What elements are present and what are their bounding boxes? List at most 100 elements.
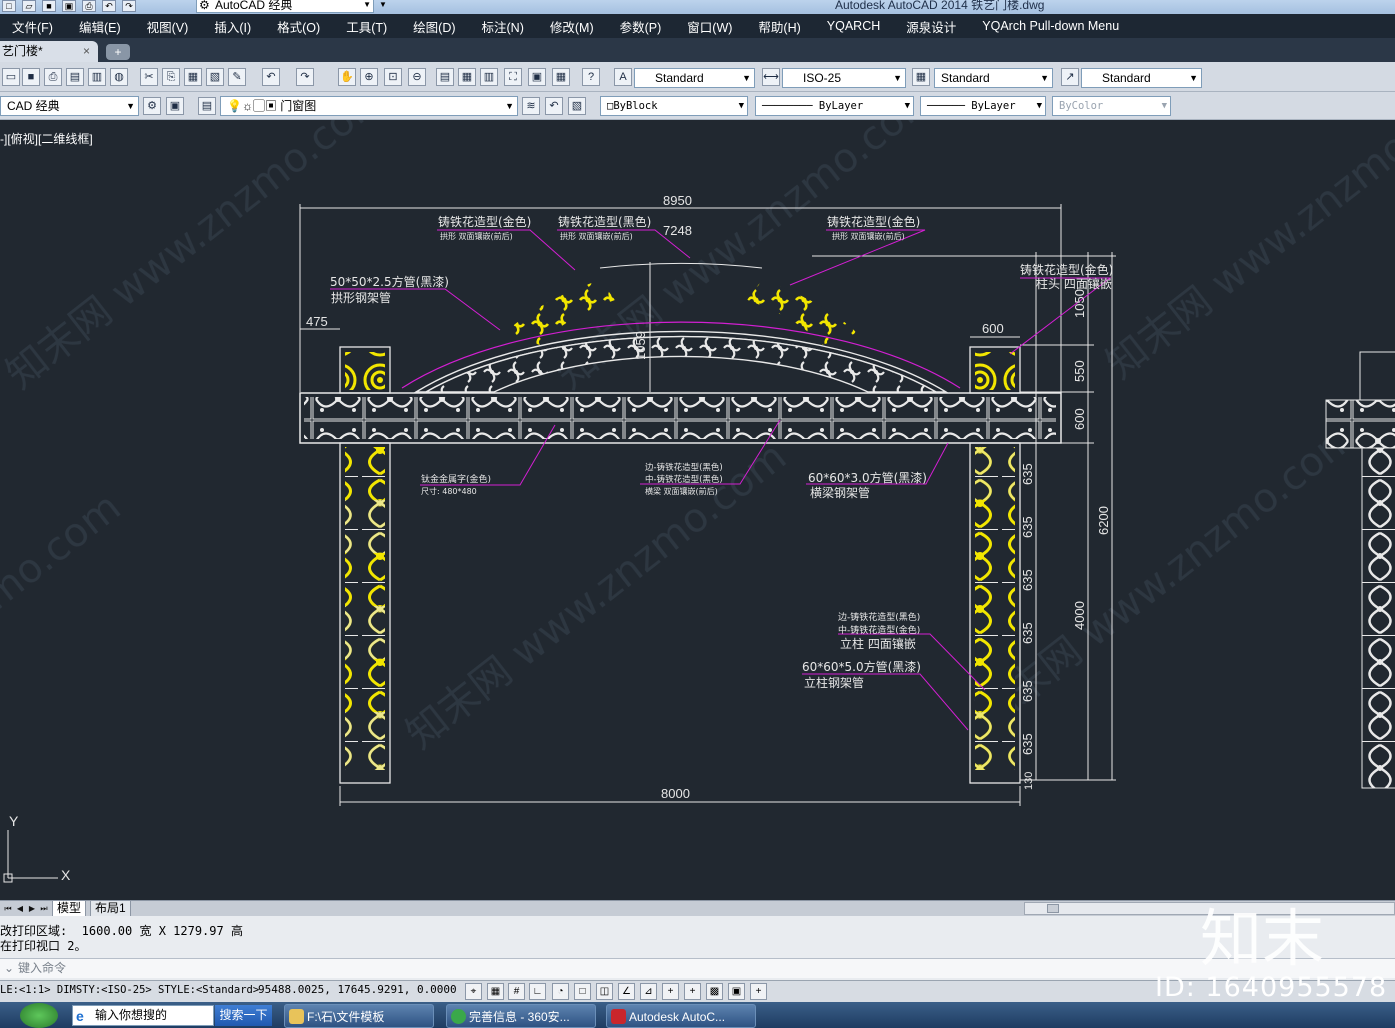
otrack-icon[interactable]: ∠ [618,983,635,1000]
saveas-icon[interactable]: ▣ [62,0,76,12]
workspace-settings-icon[interactable]: ▣ [166,97,184,115]
dim-style-select[interactable]: ISO-25 ▼ [782,68,906,88]
dim-style-icon[interactable]: ⟷ [762,68,780,86]
dyn-icon[interactable]: + [662,983,679,1000]
pan-icon[interactable]: ✋ [338,68,356,86]
menu-item-4[interactable]: 格式(O) [277,17,320,36]
menu-item-13[interactable]: 源泉设计 [906,17,956,36]
menu-item-6[interactable]: 绘图(D) [413,17,455,36]
table-style-select[interactable]: Standard ▼ [934,68,1053,88]
undo-icon[interactable]: ↶ [262,68,280,86]
menu-item-10[interactable]: 窗口(W) [687,17,732,36]
new-tab-button[interactable]: + [106,44,130,60]
lwt-icon[interactable]: + [684,983,701,1000]
cut-icon[interactable]: ✂ [140,68,158,86]
layer-properties-icon[interactable]: ▤ [198,97,216,115]
layer-previous-icon[interactable]: ↶ [545,97,563,115]
save-icon[interactable]: ■ [42,0,56,12]
transparency-icon[interactable]: ▩ [706,983,723,1000]
infer-icon[interactable]: ⌖ [465,983,482,1000]
osnap-icon[interactable]: □ [574,983,591,1000]
zoom-window-icon[interactable]: ⊡ [384,68,402,86]
copy-icon[interactable]: ⎘ [162,68,180,86]
last-tab-icon[interactable]: ⏭ [38,902,50,915]
menu-item-7[interactable]: 标注(N) [482,17,524,36]
menu-item-3[interactable]: 插入(I) [214,17,251,36]
grid-icon[interactable]: # [508,983,525,1000]
open-icon[interactable]: ▱ [22,0,36,12]
design-center-icon[interactable]: ▦ [458,68,476,86]
polar-icon[interactable]: ◔ [552,983,569,1000]
close-icon[interactable]: × [83,41,90,62]
menu-item-11[interactable]: 帮助(H) [758,17,800,36]
layer-select[interactable]: 💡☼▢▣ 门窗图 ▼ [220,96,518,116]
undo-icon[interactable]: ↶ [102,0,116,12]
menu-item-12[interactable]: YQARCH [827,19,880,33]
ortho-icon[interactable]: ∟ [529,983,546,1000]
start-button[interactable] [20,1003,58,1028]
properties-icon[interactable]: ▤ [436,68,454,86]
markup-icon[interactable]: ▣ [528,68,546,86]
help-icon[interactable]: ? [582,68,600,86]
quick-access-dropdown[interactable]: ▼ [377,0,389,12]
menu-item-1[interactable]: 编辑(E) [79,17,121,36]
mleader-style-icon[interactable]: ↗ [1061,68,1079,86]
taskbar-360[interactable]: 完善信息 - 360安... [446,1004,596,1028]
next-tab-icon[interactable]: ▶ [26,902,38,915]
menu-item-14[interactable]: YQArch Pull-down Menu [982,19,1119,33]
beam-ironwork[interactable] [299,392,1062,444]
table-style-icon[interactable]: ▦ [912,68,930,86]
adjacent-drawing-fragment[interactable] [1325,351,1395,789]
3d-osnap-icon[interactable]: ◫ [596,983,613,1000]
menu-item-5[interactable]: 工具(T) [346,17,387,36]
3d-dwf-icon[interactable]: ◍ [110,68,128,86]
menu-item-2[interactable]: 视图(V) [147,17,189,36]
file-tab-tieyi[interactable]: 艺门楼* × [0,41,98,62]
gear-icon[interactable]: ⚙ [143,97,161,115]
sc-icon[interactable]: + [750,983,767,1000]
color-select[interactable]: □ByBlock ▼ [600,96,748,116]
plotstyle-select[interactable]: ByColor ▼ [1052,96,1171,116]
zoom-previous-icon[interactable]: ⊖ [408,68,426,86]
tab-model[interactable]: 模型 [52,901,87,917]
linetype-select[interactable]: ──────── ByLayer ▼ [755,96,914,116]
workspace-select-2[interactable]: CAD 经典 ▼ [0,96,139,116]
save-icon[interactable]: ■ [22,68,40,86]
tab-layout1[interactable]: 布局1 [90,901,131,917]
search-button[interactable]: 搜索一下 [215,1005,272,1026]
text-style-icon[interactable]: A [614,68,632,86]
drawing-canvas[interactable]: 知末网 www.znzmo.com 知末网 www.znzmo.com 知末网 … [0,120,1395,900]
web-search-input[interactable]: e 输入你想搜的 [72,1005,214,1026]
viewport-controls[interactable]: -][俯视][二维线框] [0,130,93,147]
lineweight-select[interactable]: ────── ByLayer ▼ [920,96,1046,116]
prev-tab-icon[interactable]: ◀ [14,902,26,915]
text-style-select[interactable]: Standard ▼ [634,68,755,88]
paste-block-icon[interactable]: ▧ [206,68,224,86]
match-prop-icon[interactable]: ✎ [228,68,246,86]
new-icon[interactable]: □ [2,0,16,12]
scrollbar-thumb[interactable] [1047,904,1059,913]
preview-icon[interactable]: ▤ [66,68,84,86]
make-current-icon[interactable]: ≋ [522,97,540,115]
sheet-set-icon[interactable]: ⛶ [504,68,522,86]
zoom-realtime-icon[interactable]: ⊕ [360,68,378,86]
menu-item-9[interactable]: 参数(P) [620,17,662,36]
calculator-icon[interactable]: ▦ [552,68,570,86]
new-icon[interactable]: ▭ [2,68,20,86]
redo-icon[interactable]: ↷ [296,68,314,86]
workspace-select[interactable]: ⚙ AutoCAD 经典 ▼ [196,0,374,13]
layer-state-icon[interactable]: ▧ [568,97,586,115]
paste-icon[interactable]: ▦ [184,68,202,86]
first-tab-icon[interactable]: ⏮ [2,902,14,915]
tool-palettes-icon[interactable]: ▥ [480,68,498,86]
qp-icon[interactable]: ▣ [728,983,745,1000]
plot-icon[interactable]: ⎙ [82,0,96,12]
redo-icon[interactable]: ↷ [122,0,136,12]
snap-icon[interactable]: ▦ [487,983,504,1000]
plot-icon[interactable]: ⎙ [44,68,62,86]
mleader-style-select[interactable]: Standard ▼ [1081,68,1202,88]
publish-icon[interactable]: ▥ [88,68,106,86]
taskbar-autocad[interactable]: Autodesk AutoC... [606,1004,756,1028]
menu-item-8[interactable]: 修改(M) [550,17,594,36]
taskbar-explorer[interactable]: F:\石\文件模板 [284,1004,434,1028]
